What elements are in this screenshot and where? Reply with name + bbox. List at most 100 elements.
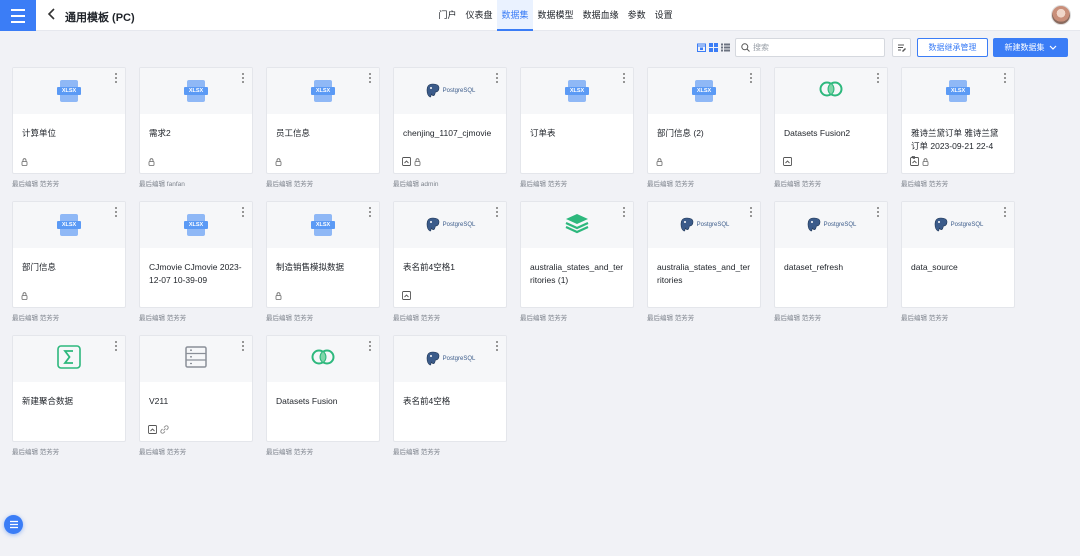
more-options-icon[interactable] [115, 341, 118, 351]
more-options-icon[interactable] [369, 341, 372, 351]
back-arrow-icon[interactable] [47, 8, 57, 23]
batch-edit-button[interactable] [892, 38, 911, 57]
dataset-card-body[interactable]: XLSX 需求2 [139, 67, 253, 174]
avatar[interactable] [1051, 5, 1071, 25]
dataset-card-body[interactable]: XLSX 计算单位 [12, 67, 126, 174]
dataset-card-body[interactable]: PostgreSQL 表名前4空格 [393, 335, 507, 442]
dataset-card[interactable]: PostgreSQL dataset_refresh 最后编辑 范芳芳 [774, 201, 888, 327]
dataset-card[interactable]: XLSX CJmovie CJmovie 2023-12-07 10-39-09 最… [139, 201, 253, 327]
dataset-card[interactable]: PostgreSQL australia_states_and_territori… [647, 201, 761, 327]
dataset-card-body[interactable]: PostgreSQL 表名前4空格1 [393, 201, 507, 308]
xlsx-icon: XLSX [311, 214, 335, 236]
nav-tab-5[interactable]: 参数 [623, 0, 650, 31]
floating-menu-button[interactable] [4, 515, 23, 534]
dataset-card-body[interactable]: PostgreSQL data_source [901, 201, 1015, 308]
dataset-name: dataset_refresh [784, 262, 844, 272]
more-options-icon[interactable] [496, 73, 499, 83]
dataset-card-body[interactable]: XLSX 员工信息 [266, 67, 380, 174]
dataset-card[interactable]: XLSX 订单表最后编辑 范芳芳 [520, 67, 634, 193]
dataset-card[interactable]: XLSX 部门信息 最后编辑 范芳芳 [12, 201, 126, 327]
dataset-card[interactable]: XLSX 雅诗兰黛订单 雅诗兰黛订单 2023-09-21 22-43... 最后编… [901, 67, 1015, 193]
last-edited-by: 最后编辑 范芳芳 [266, 181, 314, 188]
more-options-icon[interactable] [242, 341, 245, 351]
dataset-card-body[interactable]: XLSX 订单表 [520, 67, 634, 174]
nav-tab-3[interactable]: 数据模型 [533, 0, 578, 31]
last-edited-by: 最后编辑 admin [393, 181, 439, 188]
dataset-card-thumbnail: PostgreSQL [394, 68, 506, 114]
dataset-card[interactable]: PostgreSQL 表名前4空格 最后编辑 范芳芳 [393, 335, 507, 461]
dataset-card-body[interactable]: PostgreSQL australia_states_and_territori… [647, 201, 761, 308]
dataset-card[interactable]: XLSX 需求2 最后编辑 fanfan [139, 67, 253, 193]
list-view-icon[interactable] [721, 43, 730, 52]
nav-tab-4[interactable]: 数据血缘 [578, 0, 623, 31]
more-options-icon[interactable] [369, 207, 372, 217]
dataset-card-body[interactable]: PostgreSQL chenjing_1107_cjmovie [393, 67, 507, 174]
view-switcher [697, 43, 730, 52]
more-options-icon[interactable] [1004, 207, 1007, 217]
search-input[interactable]: 搜索 [735, 38, 885, 57]
dataset-card[interactable]: australia_states_and_territories (1) 最后编辑… [520, 201, 634, 327]
dataset-card-body[interactable]: XLSX 雅诗兰黛订单 雅诗兰黛订单 2023-09-21 22-43... [901, 67, 1015, 174]
nav-tab-1[interactable]: 仪表盘 [461, 0, 497, 31]
more-options-icon[interactable] [242, 73, 245, 83]
dataset-card[interactable]: Datasets Fusion2 最后编辑 范芳芳 [774, 67, 888, 193]
toolbar: 搜索 数据继承管理 新建数据集 [0, 38, 1080, 58]
last-edited-by: 最后编辑 范芳芳 [266, 449, 314, 456]
more-options-icon[interactable] [1004, 73, 1007, 83]
dataset-card-body[interactable]: Datasets Fusion [266, 335, 380, 442]
dataset-card[interactable]: V211 最后编辑 范芳芳 [139, 335, 253, 461]
postgresql-icon: PostgreSQL [933, 217, 983, 233]
sigma-icon [57, 344, 81, 374]
main-nav: 门户 仪表盘 数据集 数据模型 数据血缘 参数 设置 [434, 0, 677, 31]
more-options-icon[interactable] [496, 207, 499, 217]
lock-icon [21, 158, 28, 166]
dataset-card[interactable]: PostgreSQL data_source 最后编辑 范芳芳 [901, 201, 1015, 327]
dataset-card-body[interactable]: australia_states_and_territories (1) [520, 201, 634, 308]
more-options-icon[interactable] [115, 207, 118, 217]
dataset-card[interactable]: PostgreSQL chenjing_1107_cjmovie 最后编辑 admi… [393, 67, 507, 193]
dataset-card-body[interactable]: XLSX 制造销售模拟数据 [266, 201, 380, 308]
dataset-card[interactable]: PostgreSQL 表名前4空格1 最后编辑 范芳芳 [393, 201, 507, 327]
more-options-icon[interactable] [623, 207, 626, 217]
dataset-card-thumbnail: XLSX [648, 68, 760, 114]
new-dataset-button[interactable]: 新建数据集 [993, 38, 1068, 57]
nav-tab-0[interactable]: 门户 [434, 0, 461, 31]
nav-tab-6[interactable]: 设置 [650, 0, 677, 31]
dataset-name: 员工信息 [276, 128, 311, 138]
dataset-card-body[interactable]: XLSX CJmovie CJmovie 2023-12-07 10-39-09 [139, 201, 253, 308]
more-options-icon[interactable] [877, 73, 880, 83]
more-options-icon[interactable] [623, 73, 626, 83]
dataset-name: 表名前4空格 [403, 396, 451, 406]
menu-button[interactable] [0, 0, 36, 31]
dataset-name: Datasets Fusion2 [784, 128, 851, 138]
xlsx-icon: XLSX [184, 80, 208, 102]
dataset-card-body[interactable]: PostgreSQL dataset_refresh [774, 201, 888, 308]
dataset-card[interactable]: 新建聚合数据 最后编辑 范芳芳 [12, 335, 126, 461]
more-options-icon[interactable] [115, 73, 118, 83]
more-options-icon[interactable] [496, 341, 499, 351]
more-options-icon[interactable] [242, 207, 245, 217]
dataset-card-body[interactable]: XLSX 部门信息 (2) [647, 67, 761, 174]
last-edited-by: 最后编辑 范芳芳 [520, 181, 568, 188]
inheritance-manage-button[interactable]: 数据继承管理 [917, 38, 988, 57]
grid-view-icon[interactable] [709, 43, 718, 52]
dataset-card-body[interactable]: V211 [139, 335, 253, 442]
more-options-icon[interactable] [369, 73, 372, 83]
xlsx-icon: XLSX [565, 80, 589, 102]
dataset-card[interactable]: Datasets Fusion 最后编辑 范芳芳 [266, 335, 380, 461]
nav-tab-2[interactable]: 数据集 [497, 0, 534, 31]
more-options-icon[interactable] [750, 207, 753, 217]
dataset-card[interactable]: XLSX 员工信息最后编辑 范芳芳 [266, 67, 380, 193]
dataset-card-body[interactable]: Datasets Fusion2 [774, 67, 888, 174]
dataset-badges [402, 291, 411, 300]
dataset-card[interactable]: XLSX 部门信息 (2) 最后编辑 范芳芳 [647, 67, 761, 193]
dataset-card-thumbnail: PostgreSQL [648, 202, 760, 248]
dataset-card-thumbnail: PostgreSQL [394, 336, 506, 382]
dataset-card[interactable]: XLSX 制造销售模拟数据 最后编辑 范芳芳 [266, 201, 380, 327]
more-options-icon[interactable] [750, 73, 753, 83]
calendar-view-icon[interactable] [697, 43, 706, 52]
dataset-card-body[interactable]: 新建聚合数据 [12, 335, 126, 442]
dataset-card[interactable]: XLSX 计算单位 最后编辑 范芳芳 [12, 67, 126, 193]
dataset-card-body[interactable]: XLSX 部门信息 [12, 201, 126, 308]
more-options-icon[interactable] [877, 207, 880, 217]
